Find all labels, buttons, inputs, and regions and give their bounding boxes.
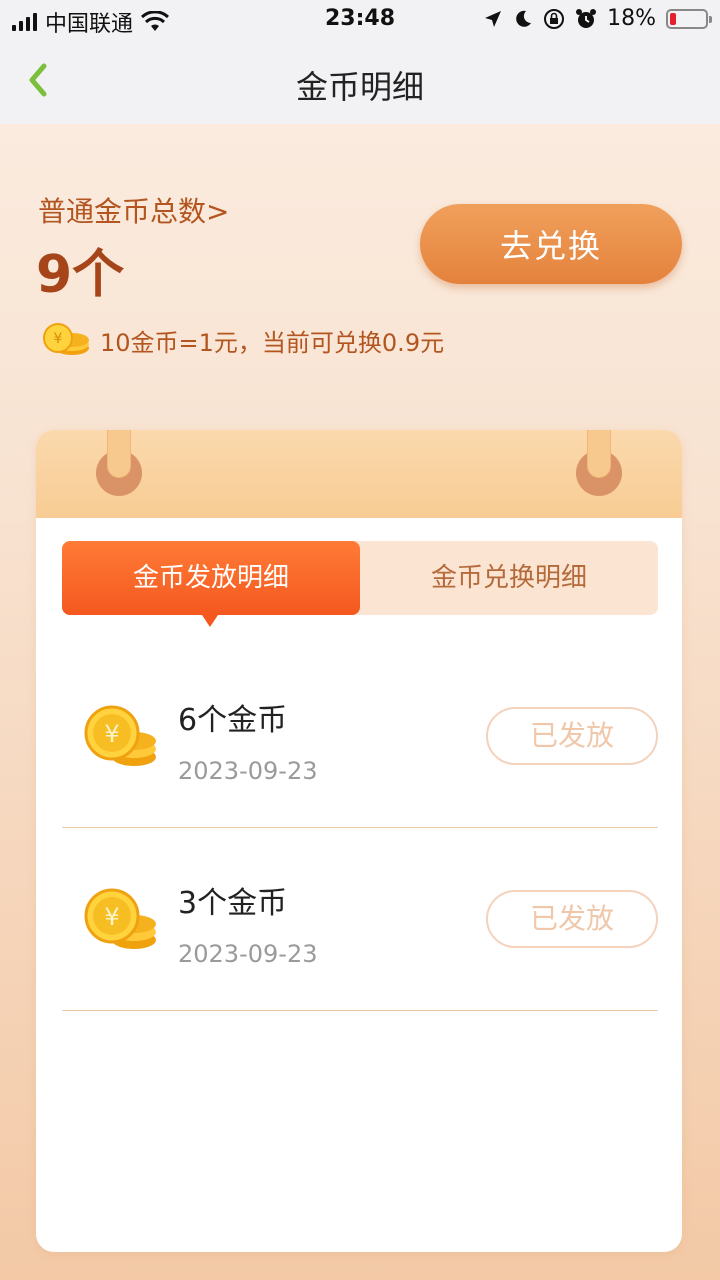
page-title: 金币明细: [295, 68, 424, 106]
binder-pin-left: [107, 430, 131, 478]
svg-text:¥: ¥: [104, 720, 119, 748]
exchange-button[interactable]: 去兑换: [420, 204, 682, 284]
status-right: 18%: [483, 6, 712, 31]
moon-icon: [516, 10, 532, 27]
coin-stack-icon: ¥: [84, 705, 156, 766]
list-item: ¥ 6个金币 2023-09-23 已发放: [62, 645, 658, 828]
exchange-rate-row: ¥ 10金币=1元，当前可兑换0.9元: [40, 322, 444, 358]
status-badge: 已发放: [486, 890, 658, 948]
record-date: 2023-09-23: [178, 757, 318, 785]
list-item: ¥ 3个金币 2023-09-23 已发放: [62, 828, 658, 1011]
battery-percent: 18%: [607, 6, 656, 31]
record-title: 6个金币: [178, 703, 288, 738]
exchange-rate-text: 10金币=1元，当前可兑换0.9元: [100, 328, 445, 357]
battery-icon: [666, 8, 712, 29]
coin-summary: 普通金币总数> 9个 去兑换 ¥ 10金币=1元，当前可兑换0.9元: [0, 124, 720, 424]
svg-text:¥: ¥: [104, 903, 119, 931]
svg-text:¥: ¥: [54, 331, 63, 347]
record-date: 2023-09-23: [178, 940, 318, 968]
status-badge: 已发放: [486, 707, 658, 765]
coin-stack-icon: ¥: [43, 323, 89, 355]
alarm-icon: [576, 8, 597, 28]
binder-pin-right: [587, 430, 611, 478]
coin-stack-icon: ¥: [84, 888, 156, 949]
status-bar: 中国联通 23:48 18%: [0, 0, 720, 40]
detail-tabs: 金币发放明细 金币兑换明细: [62, 541, 658, 627]
coin-total-link[interactable]: 普通金币总数>: [38, 190, 229, 230]
location-arrow-icon: [485, 10, 502, 27]
battery-fill: [670, 12, 676, 25]
tab-coin-issue[interactable]: 金币发放明细: [62, 541, 360, 627]
nav-bar: 金币明细: [0, 40, 720, 124]
record-title: 3个金币: [178, 886, 288, 921]
tab-coin-exchange[interactable]: 金币兑换明细: [360, 541, 658, 615]
coin-detail-card: 金币发放明细 金币兑换明细 ¥ 6个金币 2023-09-23 已发放 ¥ 3个…: [36, 430, 682, 1252]
coin-total-value: 9个: [36, 245, 125, 305]
rotation-lock-icon: [544, 8, 565, 29]
